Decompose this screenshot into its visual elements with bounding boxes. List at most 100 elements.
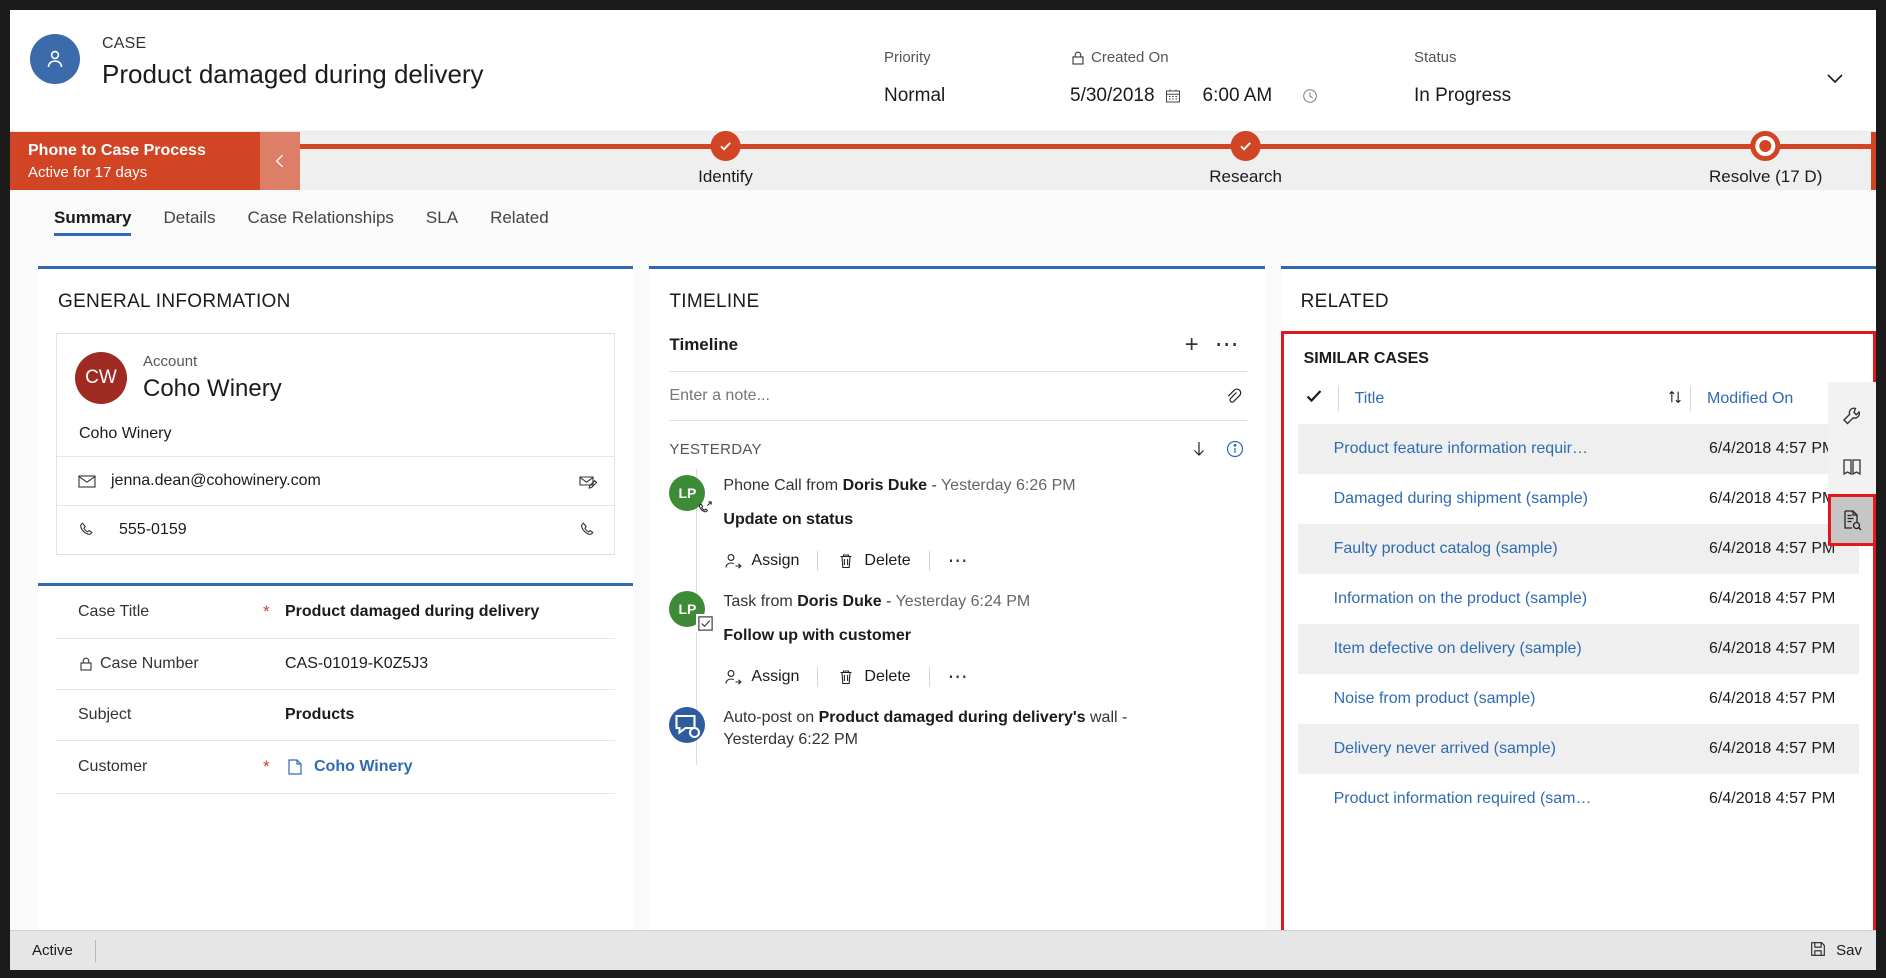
similar-records-icon[interactable] (1828, 494, 1876, 546)
column-header-title[interactable]: Title (1355, 390, 1666, 408)
account-phone[interactable]: 555-0159 (111, 521, 564, 539)
row-title[interactable]: Product feature information requir… (1334, 440, 1709, 458)
timeline-item-phone-call[interactable]: LP Phone Call from Doris Duke - Yesterda… (669, 469, 1264, 585)
app-canvas: CASE Product damaged during delivery Pri… (10, 10, 1876, 970)
mail-icon (77, 471, 97, 491)
book-icon[interactable] (1828, 442, 1876, 494)
wrench-icon[interactable] (1828, 390, 1876, 442)
form-body: GENERAL INFORMATION CW Account Coho Wine… (10, 250, 1876, 938)
assign-button[interactable]: Assign (723, 667, 817, 687)
process-stage-label: Resolve (17 D) (1708, 167, 1823, 186)
row-title[interactable]: Delivery never arrived (sample) (1334, 740, 1709, 758)
chevron-down-icon[interactable] (1822, 65, 1848, 91)
subject-value[interactable]: Products (285, 706, 354, 724)
compose-mail-icon[interactable] (578, 471, 598, 491)
tab-related[interactable]: Related (474, 190, 565, 250)
chevron-left-icon[interactable] (260, 132, 300, 190)
note-input-row: Enter a note... (669, 371, 1247, 421)
timeline-item-prefix: Phone Call from (723, 477, 843, 494)
row-modified-on: 6/4/2018 4:57 PM (1709, 690, 1836, 707)
process-name-block[interactable]: Phone to Case Process Active for 17 days (10, 132, 260, 190)
paperclip-icon[interactable] (1223, 386, 1243, 406)
process-stages: Identify Research Resolve (17 D) (300, 131, 1876, 190)
record-identity: CASE Product damaged during delivery (30, 34, 484, 91)
table-row[interactable]: Faulty product catalog (sample) 6/4/2018… (1297, 524, 1860, 574)
timeline-item-prefix: Auto-post on (723, 709, 819, 726)
row-title[interactable]: Damaged during shipment (sample) (1334, 490, 1709, 508)
process-stage-label: Identify (698, 167, 753, 186)
related-title: RELATED (1300, 291, 1389, 312)
auto-post-icon (669, 707, 706, 743)
similar-cases-subgrid: SIMILAR CASES Title Modified On Product … (1280, 331, 1876, 938)
table-row[interactable]: Noise from product (sample) 6/4/2018 4:5… (1298, 674, 1859, 724)
row-title[interactable]: Item defective on delivery (sample) (1334, 640, 1709, 658)
tab-sla[interactable]: SLA (410, 190, 474, 250)
timeline-item-auto-post[interactable]: Auto-post on Product damaged during deli… (669, 701, 1264, 765)
row-title[interactable]: Product information required (sam… (1334, 790, 1709, 808)
current-stage-icon (1750, 131, 1781, 161)
avatar: LP (669, 475, 712, 512)
process-stage-resolve[interactable]: Resolve (17 D) (1708, 131, 1823, 187)
timeline-item-actions: Assign Delete ⋯ (723, 667, 1246, 687)
created-on-time: 6:00 AM (1202, 85, 1273, 106)
divider (94, 939, 96, 962)
created-on-date: 5/30/2018 (1070, 85, 1155, 106)
table-row[interactable]: Product feature information requir… 6/4/… (1297, 424, 1860, 474)
select-all-checkmark-icon[interactable] (1304, 386, 1338, 412)
row-title[interactable]: Faulty product catalog (sample) (1334, 540, 1709, 558)
assign-button[interactable]: Assign (723, 551, 817, 571)
process-stage-identify[interactable]: Identify (698, 131, 753, 187)
table-row[interactable]: Item defective on delivery (sample) 6/4/… (1297, 624, 1860, 674)
ellipsis-icon[interactable]: ⋯ (1207, 333, 1247, 357)
business-process-flow: Phone to Case Process Active for 17 days… (10, 131, 1876, 190)
timeline-item-actor: Product damaged during delivery's (818, 709, 1086, 726)
case-title-value[interactable]: Product damaged during delivery (285, 603, 539, 621)
similar-cases-title: SIMILAR CASES (1303, 350, 1429, 367)
table-row[interactable]: Damaged during shipment (sample) 6/4/201… (1298, 474, 1859, 524)
phone-icon (77, 520, 97, 540)
arrow-down-icon[interactable] (1189, 439, 1209, 459)
row-title[interactable]: Information on the product (sample) (1334, 590, 1709, 608)
ellipsis-icon[interactable]: ⋯ (948, 551, 968, 571)
row-title[interactable]: Noise from product (sample) (1334, 690, 1709, 708)
plus-icon[interactable]: + (1177, 333, 1207, 357)
delete-button[interactable]: Delete (836, 551, 928, 571)
info-icon[interactable] (1225, 439, 1245, 459)
person-icon (30, 34, 80, 84)
timeline-item-task[interactable]: LP Task from Doris Duke - Yesterday 6:24… (669, 585, 1264, 701)
call-icon[interactable] (578, 520, 598, 540)
account-name[interactable]: Coho Winery (143, 373, 282, 405)
note-input[interactable]: Enter a note... (669, 387, 1222, 405)
customer-link-text: Coho Winery (314, 758, 413, 775)
created-on-value[interactable]: 5/30/2018 6:00 AM (1070, 84, 1400, 108)
table-row[interactable]: Product information required (sam… 6/4/2… (1298, 774, 1859, 824)
avatar: CW (75, 352, 127, 404)
timeline-item-actions: Assign Delete ⋯ (723, 551, 1246, 571)
sort-updown-icon[interactable] (1666, 388, 1690, 411)
timeline-item-dash: - (927, 477, 941, 494)
timeline-item-subject: Update on status (723, 511, 854, 528)
tab-summary[interactable]: Summary (38, 190, 147, 250)
priority-value[interactable]: Normal (870, 84, 1070, 108)
ellipsis-icon[interactable]: ⋯ (948, 667, 968, 687)
delete-button[interactable]: Delete (836, 667, 928, 687)
process-stage-research[interactable]: Research (1209, 131, 1282, 187)
divider (928, 667, 930, 687)
field-row-case-number: Case Number CAS-01019-K0Z5J3 (56, 639, 616, 690)
customer-value[interactable]: Coho Winery (285, 757, 413, 777)
case-details-card: Case Title * Product damaged during deli… (38, 583, 634, 794)
table-row[interactable]: Delivery never arrived (sample) 6/4/2018… (1297, 724, 1860, 774)
tab-details[interactable]: Details (147, 190, 231, 250)
save-button[interactable]: Sav (1809, 940, 1862, 962)
calendar-icon[interactable] (1165, 88, 1181, 104)
tab-case-relationships[interactable]: Case Relationships (231, 190, 409, 250)
status-value[interactable]: In Progress (1400, 84, 1660, 108)
process-name: Phone to Case Process (28, 142, 206, 159)
account-email[interactable]: jenna.dean@cohowinery.com (111, 472, 564, 490)
divider (1690, 387, 1692, 411)
clock-icon[interactable] (1302, 88, 1318, 104)
timeline-day-group: YESTERDAY (649, 421, 1264, 469)
assign-person-icon (723, 551, 743, 571)
timeline-item-actor: Doris Duke (842, 477, 928, 494)
table-row[interactable]: Information on the product (sample) 6/4/… (1298, 574, 1859, 624)
